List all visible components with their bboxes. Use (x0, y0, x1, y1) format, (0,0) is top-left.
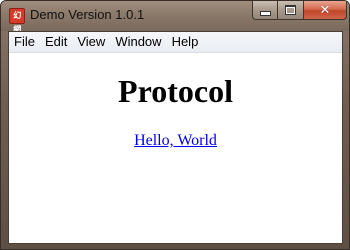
page-content: Protocol Hello, World (9, 53, 342, 243)
menu-edit[interactable]: Edit (40, 32, 72, 52)
minimize-icon (259, 10, 271, 16)
maximize-button[interactable] (278, 1, 304, 20)
page-heading: Protocol (118, 73, 233, 109)
client-area: File Edit View Window Help Protocol Hell… (8, 31, 343, 244)
app-icon[interactable]: 幻網 (9, 8, 25, 34)
hello-world-link[interactable]: Hello, World (134, 132, 217, 149)
window-title: Demo Version 1.0.1 (30, 7, 145, 22)
menu-window[interactable]: Window (110, 32, 166, 52)
menu-view[interactable]: View (72, 32, 110, 52)
minimize-button[interactable] (252, 1, 278, 20)
close-button[interactable]: ✕ (304, 1, 347, 20)
caption-buttons: ✕ (252, 1, 347, 21)
title-bar[interactable]: 幻網 Demo Version 1.0.1 ✕ (1, 1, 349, 34)
application-window: 幻網 Demo Version 1.0.1 ✕ File Edit View W… (0, 0, 350, 250)
link-container: Hello, World (9, 131, 342, 151)
menu-bar: File Edit View Window Help (9, 32, 342, 53)
close-icon: ✕ (319, 2, 331, 18)
maximize-icon (285, 5, 296, 15)
menu-file[interactable]: File (9, 32, 40, 52)
menu-help[interactable]: Help (167, 32, 204, 52)
